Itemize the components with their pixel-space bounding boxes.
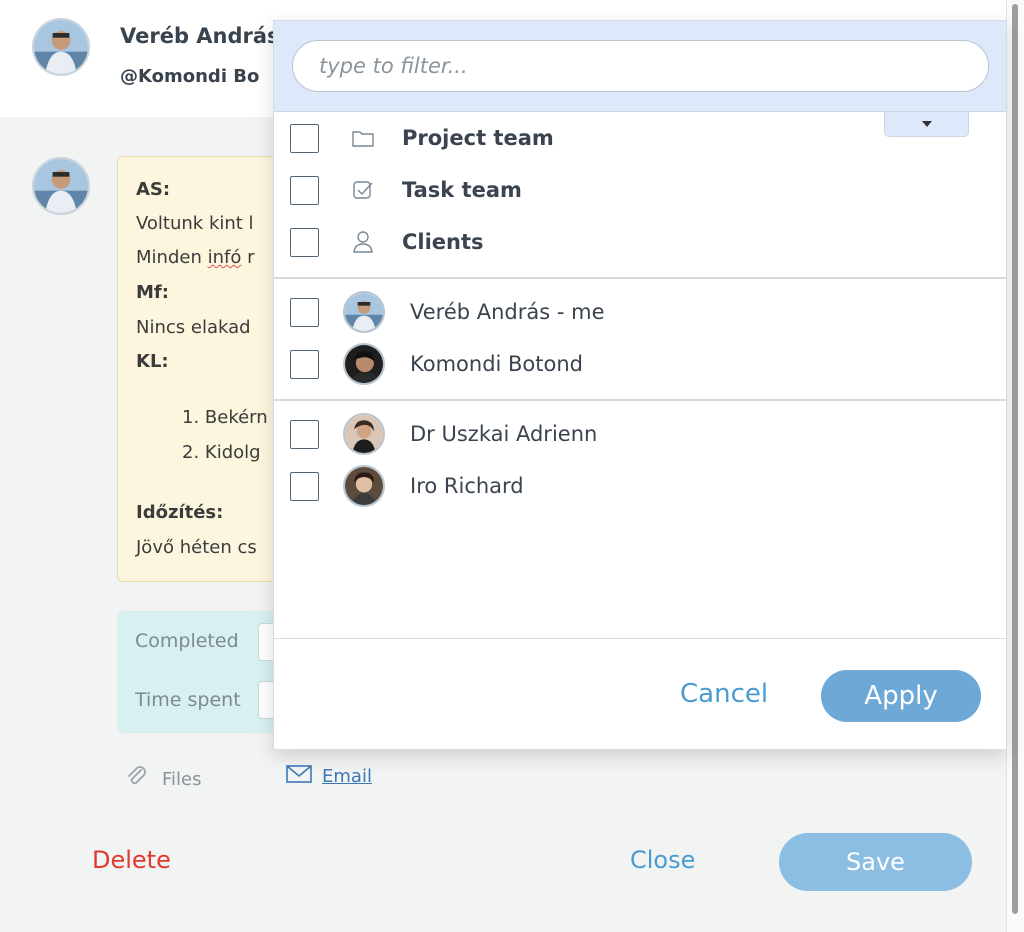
filter-bar xyxy=(274,21,1006,112)
divider xyxy=(274,277,1006,279)
apply-button[interactable]: Apply xyxy=(821,670,981,722)
note-list-item: 1. Bekérn xyxy=(182,407,268,428)
mention-text: @Komondi Bo xyxy=(120,66,260,87)
close-button[interactable]: Close xyxy=(630,846,695,874)
files-link[interactable]: Files xyxy=(124,764,202,795)
checkbox[interactable] xyxy=(290,175,319,205)
filter-input[interactable] xyxy=(292,40,989,92)
checkbox[interactable] xyxy=(290,123,319,153)
author-avatar xyxy=(32,18,90,76)
scrollbar[interactable] xyxy=(1006,0,1024,932)
checkbox[interactable] xyxy=(290,419,319,449)
checkbox[interactable] xyxy=(290,349,319,379)
member-row[interactable]: Veréb András - me xyxy=(274,289,1006,335)
group-row[interactable]: Clients xyxy=(274,219,1006,265)
note-line: Jövő héten cs xyxy=(136,537,257,558)
divider xyxy=(274,399,1006,401)
recipient-dropdown: Project team Task team Clients Veréb And… xyxy=(273,20,1007,750)
divider xyxy=(274,638,1006,639)
author-name: Veréb András xyxy=(120,24,280,48)
completed-label: Completed xyxy=(135,630,239,652)
note-kl-label: KL: xyxy=(136,351,169,372)
check-square-icon xyxy=(350,177,376,203)
note-as-label: AS: xyxy=(136,179,171,200)
group-row[interactable]: Project team xyxy=(274,115,1006,161)
person-icon xyxy=(350,229,376,255)
avatar xyxy=(343,343,385,385)
avatar xyxy=(343,413,385,455)
member-row[interactable]: Komondi Botond xyxy=(274,341,1006,387)
note-timing-label: Időzítés: xyxy=(136,502,224,523)
checkbox[interactable] xyxy=(290,471,319,501)
note-line: Minden infó r xyxy=(136,247,255,268)
folder-icon xyxy=(350,125,376,151)
checkbox[interactable] xyxy=(290,227,319,257)
note-mf-label: Mf: xyxy=(136,282,169,303)
cancel-button[interactable]: Cancel xyxy=(680,679,768,709)
envelope-icon xyxy=(286,764,312,789)
email-link[interactable]: Email xyxy=(286,764,372,789)
client-row[interactable]: Dr Uszkai Adrienn xyxy=(274,411,1006,457)
time-spent-label: Time spent xyxy=(135,689,241,711)
comment-avatar xyxy=(32,157,90,215)
note-line: Voltunk kint l xyxy=(136,213,254,234)
avatar xyxy=(343,465,385,507)
note-list-item: 2. Kidolg xyxy=(182,442,261,463)
checkbox[interactable] xyxy=(290,297,319,327)
group-row[interactable]: Task team xyxy=(274,167,1006,213)
note-line: Nincs elakad xyxy=(136,317,251,338)
avatar xyxy=(343,291,385,333)
delete-button[interactable]: Delete xyxy=(92,846,171,874)
paperclip-icon xyxy=(124,764,150,795)
client-row[interactable]: Iro Richard xyxy=(274,463,1006,509)
scrollbar-thumb[interactable] xyxy=(1012,4,1018,914)
save-button[interactable]: Save xyxy=(779,833,972,891)
